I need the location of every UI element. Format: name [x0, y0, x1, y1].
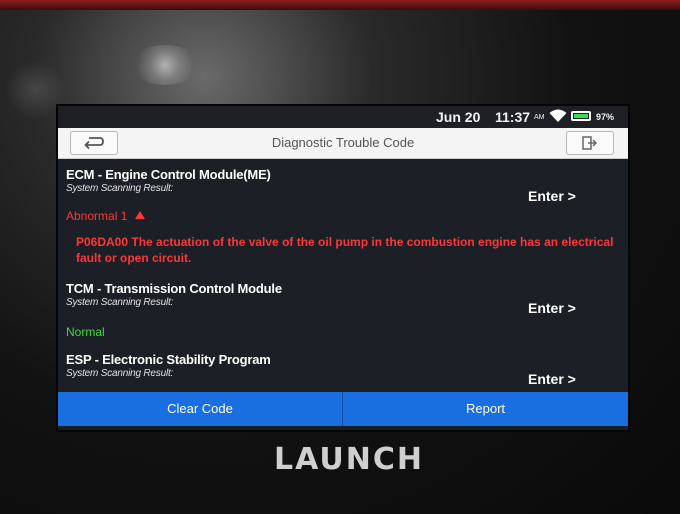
battery-level-fill [574, 114, 588, 118]
enter-button-tcm[interactable]: Enter > [528, 300, 576, 316]
action-bar: Clear Code Report [58, 392, 628, 426]
page-title: Diagnostic Trouble Code [271, 135, 415, 150]
clear-code-button[interactable]: Clear Code [58, 392, 343, 426]
status-date: Jun 20 [436, 109, 481, 125]
enter-button-esp[interactable]: Enter > [528, 371, 576, 387]
status-time: 11:37 [495, 109, 531, 125]
module-name: TCM - Transmission Control Module [66, 281, 282, 296]
result-abnormal-label: Abnormal 1 [66, 209, 128, 223]
exit-icon [582, 136, 598, 150]
battery-icon [571, 111, 591, 121]
scan-results-list[interactable]: ECM - Engine Control Module(ME) System S… [58, 159, 628, 392]
wifi-icon [549, 109, 567, 122]
result-abnormal: Abnormal 1 [66, 209, 146, 223]
light-glare [130, 45, 200, 85]
title-bar: Diagnostic Trouble Code [58, 128, 628, 159]
module-tcm[interactable]: TCM - Transmission Control Module System… [66, 281, 282, 308]
battery-percent: 97% [596, 112, 615, 122]
result-normal: Normal [66, 325, 105, 339]
report-button[interactable]: Report [343, 392, 628, 426]
status-am-pm: AM [534, 114, 545, 121]
module-ecm[interactable]: ECM - Engine Control Module(ME) System S… [66, 167, 271, 194]
module-name: ESP - Electronic Stability Program [66, 352, 271, 367]
device-bezel-top [0, 0, 680, 10]
exit-button[interactable] [566, 131, 614, 155]
light-glare-left [5, 60, 65, 120]
scan-tool-device: Jun 20 11:37 AM 97% Diagnostic Trouble C… [0, 0, 680, 514]
module-subtitle: System Scanning Result: [66, 183, 174, 194]
module-subtitle: System Scanning Result: [66, 297, 174, 308]
module-name: ECM - Engine Control Module(ME) [66, 167, 271, 182]
device-screen: Jun 20 11:37 AM 97% Diagnostic Trouble C… [58, 106, 628, 430]
dtc-description: P06DA00 The actuation of the valve of th… [76, 235, 614, 265]
brand-logo: LAUNCH [274, 442, 425, 477]
warning-triangle-icon [135, 211, 146, 219]
module-esp[interactable]: ESP - Electronic Stability Program Syste… [66, 352, 271, 379]
module-subtitle: System Scanning Result: [66, 368, 174, 379]
status-bar: Jun 20 11:37 AM 97% [58, 106, 628, 128]
enter-button-ecm[interactable]: Enter > [528, 188, 576, 204]
